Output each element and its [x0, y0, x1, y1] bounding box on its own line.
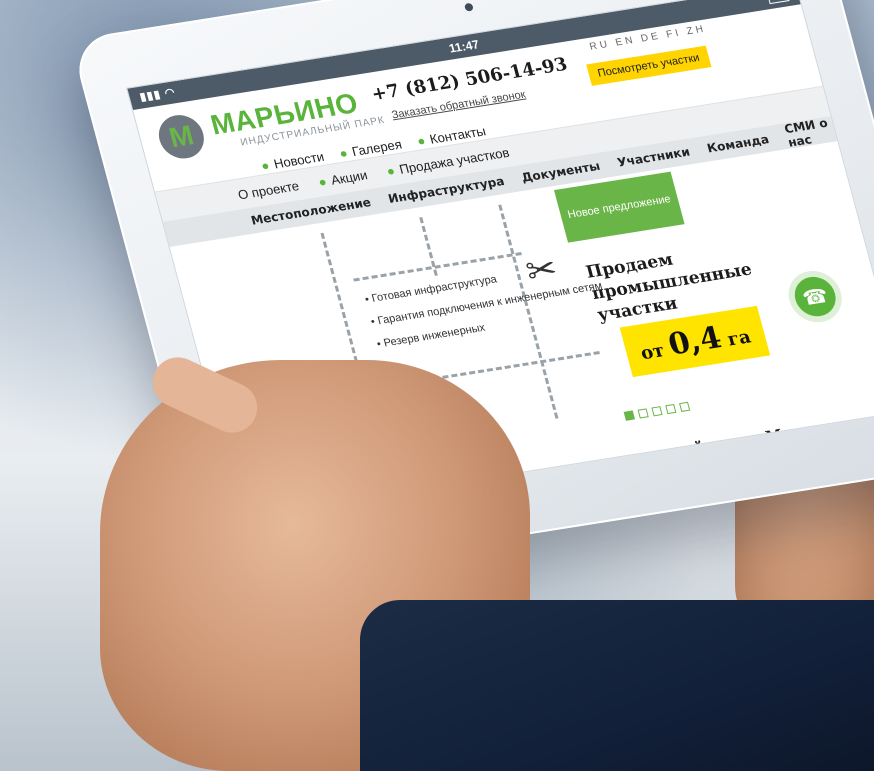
camera-dot: [463, 2, 474, 12]
new-offer-badge: Новое предложение: [553, 171, 685, 243]
slider-dot[interactable]: [637, 408, 649, 419]
slider-dot[interactable]: [651, 406, 663, 417]
price-prefix: от: [638, 340, 667, 365]
logo-icon[interactable]: М: [153, 111, 209, 162]
slider-dot[interactable]: [679, 401, 691, 412]
nav-promotions[interactable]: ●Акции: [316, 167, 368, 189]
view-plots-button[interactable]: Посмотреть участки: [586, 45, 712, 86]
slider-dot[interactable]: [665, 403, 677, 415]
nav-about[interactable]: О проекте: [236, 178, 300, 202]
suit-sleeve: [360, 600, 874, 771]
slider-dot[interactable]: [623, 410, 635, 421]
price-unit: га: [725, 326, 754, 351]
section-title: альный парк «Марьино»: [635, 414, 856, 467]
phone-icon[interactable]: ☎: [790, 274, 841, 320]
slider-dots: [623, 401, 691, 421]
nav-team[interactable]: Команда: [706, 132, 771, 155]
price-value: 0,4: [664, 320, 726, 363]
battery-icon: [766, 0, 790, 5]
clock: 11:47: [447, 37, 481, 56]
